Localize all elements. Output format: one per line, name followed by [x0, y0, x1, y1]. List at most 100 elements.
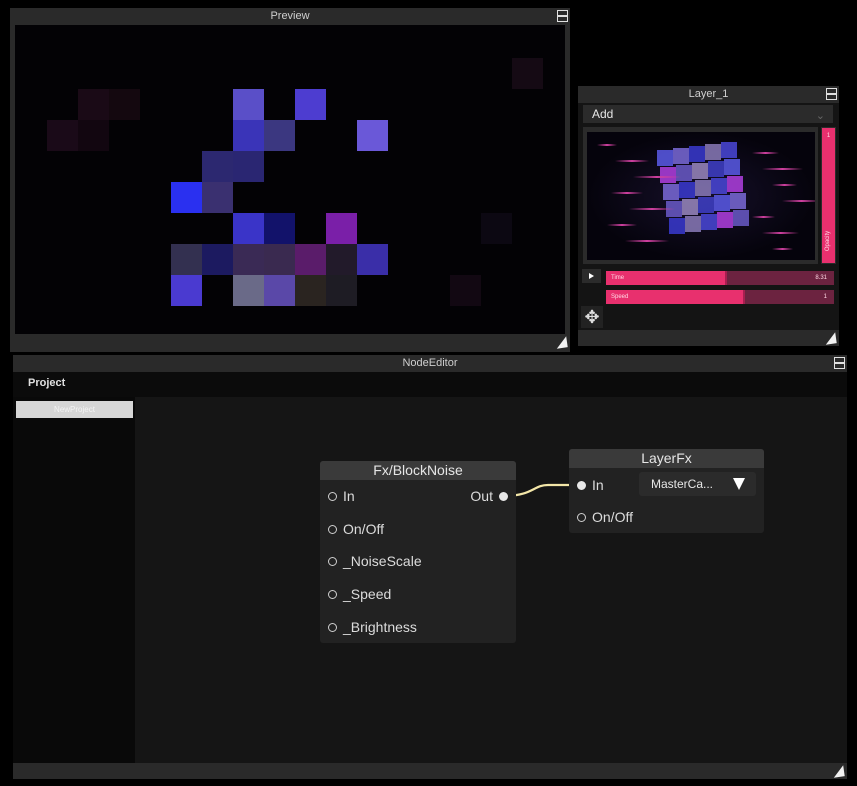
port-in[interactable]: In	[577, 477, 604, 493]
port-onoff-dot[interactable]	[328, 525, 337, 534]
new-project-button[interactable]: NewProject	[16, 401, 133, 418]
opacity-value: 1	[826, 133, 831, 139]
preview-title: Preview	[10, 8, 570, 25]
light-streak	[597, 144, 617, 146]
speed-value: 1	[823, 294, 827, 300]
layerfx-node[interactable]: LayerFx In MasterCa... On/Off	[569, 449, 764, 533]
noise-tile	[171, 244, 202, 275]
cube-block	[733, 210, 749, 226]
dropdown-value: MasterCa...	[651, 477, 714, 491]
cube-block	[660, 167, 676, 183]
port-onoff[interactable]: On/Off	[577, 509, 633, 525]
port-label: In	[343, 488, 355, 504]
noise-tile	[47, 120, 78, 151]
noise-tile	[295, 275, 326, 306]
port-label: _Brightness	[343, 619, 417, 635]
port-speed[interactable]: _Speed	[328, 586, 391, 602]
time-slider[interactable]: Time 8.31	[606, 271, 834, 285]
port-label: In	[592, 477, 604, 493]
layer-title: Layer_1	[578, 86, 839, 103]
noise-tile	[233, 120, 264, 151]
port-label: _NoiseScale	[343, 553, 422, 569]
cube-block	[721, 142, 737, 158]
resize-corner-icon[interactable]	[832, 765, 845, 778]
port-onoff[interactable]: On/Off	[328, 521, 384, 537]
light-streak	[772, 184, 797, 186]
cube-block	[695, 180, 711, 196]
layer-thumbnail[interactable]	[587, 132, 815, 260]
speed-slider[interactable]: Speed 1	[606, 290, 834, 304]
port-brightness[interactable]: _Brightness	[328, 619, 417, 635]
cube-block	[714, 195, 730, 211]
noise-tile	[326, 244, 357, 275]
cube-block	[717, 212, 733, 228]
node-canvas[interactable]: Fx/BlockNoise In Out On/Off _NoiseScale …	[135, 397, 847, 763]
cube-block	[682, 199, 698, 215]
noise-tile	[295, 244, 326, 275]
project-menu[interactable]: Project	[28, 377, 65, 389]
opacity-label: Opacity	[825, 230, 831, 252]
node-editor-footer	[13, 763, 847, 779]
dropdown-arrow-icon	[733, 478, 745, 490]
chevron-down-icon: ⌄	[815, 110, 825, 122]
resize-corner-icon[interactable]	[824, 332, 837, 345]
cube-block	[698, 197, 714, 213]
noise-tile	[264, 275, 295, 306]
port-brightness-dot[interactable]	[328, 623, 337, 632]
port-out[interactable]: Out	[470, 488, 508, 504]
port-onoff-dot[interactable]	[577, 513, 586, 522]
noise-tile	[78, 120, 109, 151]
noise-tile	[295, 89, 326, 120]
layer-footer	[578, 330, 839, 346]
time-value: 8.31	[815, 275, 827, 281]
port-label: On/Off	[343, 521, 384, 537]
noise-tile	[357, 120, 388, 151]
noise-tile	[109, 89, 140, 120]
port-in[interactable]: In	[328, 488, 355, 504]
blocknoise-node[interactable]: Fx/BlockNoise In Out On/Off _NoiseScale …	[320, 461, 516, 643]
port-noisescale-dot[interactable]	[328, 557, 337, 566]
port-label: Out	[470, 488, 493, 504]
maximize-icon[interactable]	[826, 88, 837, 100]
noise-tile	[450, 275, 481, 306]
noise-tile	[202, 244, 233, 275]
cube-block	[657, 150, 673, 166]
noise-tile	[264, 120, 295, 151]
port-in-dot[interactable]	[328, 492, 337, 501]
node-editor-panel: NodeEditor Project NewProject Fx/BlockNo…	[13, 355, 847, 779]
noise-tile	[326, 213, 357, 244]
light-streak	[752, 216, 775, 218]
preview-canvas[interactable]	[15, 25, 565, 334]
noise-tile	[233, 275, 264, 306]
noise-tile	[481, 213, 512, 244]
noise-tile	[264, 244, 295, 275]
light-streak	[772, 248, 793, 250]
port-speed-dot[interactable]	[328, 590, 337, 599]
resize-corner-icon[interactable]	[555, 336, 568, 349]
blend-mode-select[interactable]: Add ⌄	[583, 105, 833, 123]
cube-block	[708, 161, 724, 177]
light-streak	[782, 200, 815, 202]
noise-tile	[512, 58, 543, 89]
camera-dropdown[interactable]: MasterCa...	[639, 472, 756, 496]
noise-tile	[357, 244, 388, 275]
node-title[interactable]: Fx/BlockNoise	[320, 461, 516, 480]
opacity-slider[interactable]: 1 Opacity	[821, 127, 836, 264]
port-noisescale[interactable]: _NoiseScale	[328, 553, 422, 569]
move-icon[interactable]: ✥	[581, 306, 603, 328]
light-streak	[762, 168, 803, 170]
node-title[interactable]: LayerFx	[569, 449, 764, 468]
port-out-dot[interactable]	[499, 492, 508, 501]
cube-block	[730, 193, 746, 209]
port-in-dot[interactable]	[577, 481, 586, 490]
light-streak	[607, 224, 637, 226]
node-editor-title: NodeEditor	[13, 355, 847, 372]
node-editor-menubar: Project	[13, 372, 847, 397]
play-button[interactable]	[582, 269, 601, 283]
cube-block	[685, 216, 701, 232]
noise-tile	[202, 151, 233, 182]
noise-tile	[264, 213, 295, 244]
maximize-icon[interactable]	[557, 10, 568, 22]
maximize-icon[interactable]	[834, 357, 845, 369]
cube-block	[689, 146, 705, 162]
